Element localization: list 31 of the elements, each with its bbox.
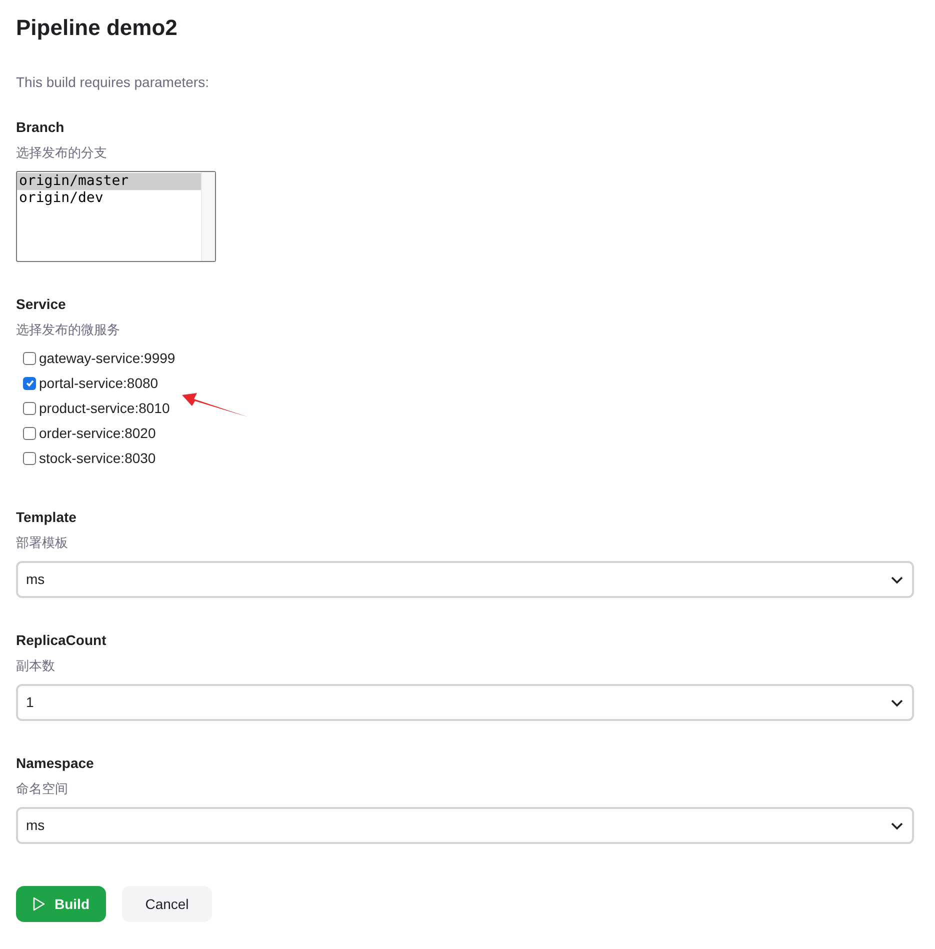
select-field[interactable]: ms [16, 807, 914, 844]
checkbox[interactable] [23, 376, 36, 390]
checkbox[interactable] [23, 426, 36, 440]
checkbox-label: order-service:8020 [39, 424, 156, 442]
parameter-name: Branch [16, 118, 66, 137]
checkbox[interactable] [23, 402, 36, 414]
select-field[interactable]: 1 [16, 684, 914, 721]
page-title: Pipeline demo2 [16, 14, 178, 42]
parameter-name: Namespace [16, 754, 95, 773]
checkbox[interactable] [23, 352, 36, 364]
branch-listbox[interactable]: origin/master origin/dev [16, 171, 216, 262]
cancel-button[interactable]: Cancel [122, 886, 212, 922]
parameter-hint: 命名空间 [16, 780, 69, 798]
list-option[interactable]: origin/master [17, 173, 201, 190]
parameter-name: ReplicaCount [16, 631, 108, 650]
checkbox-label: product-service:8010 [39, 398, 170, 418]
checkbox[interactable] [23, 452, 36, 464]
play-icon [32, 897, 44, 911]
parameter-hint: 选择发布的微服务 [16, 321, 121, 339]
select-field[interactable]: ms [16, 561, 914, 598]
parameter-hint: 选择发布的分支 [16, 144, 108, 162]
checkbox-label: portal-service:8080 [39, 374, 158, 393]
list-option[interactable]: origin/dev [17, 190, 201, 207]
description: This build requires parameters: [16, 73, 210, 92]
annotation-arrow [180, 390, 250, 420]
parameter-hint: 副本数 [16, 657, 56, 675]
parameter-name: Service [16, 295, 67, 314]
parameter-name: Template [16, 508, 78, 527]
parameter-hint: 部署模板 [16, 534, 69, 552]
checkbox-label: gateway-service:9999 [39, 348, 176, 368]
checkbox-label: stock-service:8030 [39, 448, 156, 468]
